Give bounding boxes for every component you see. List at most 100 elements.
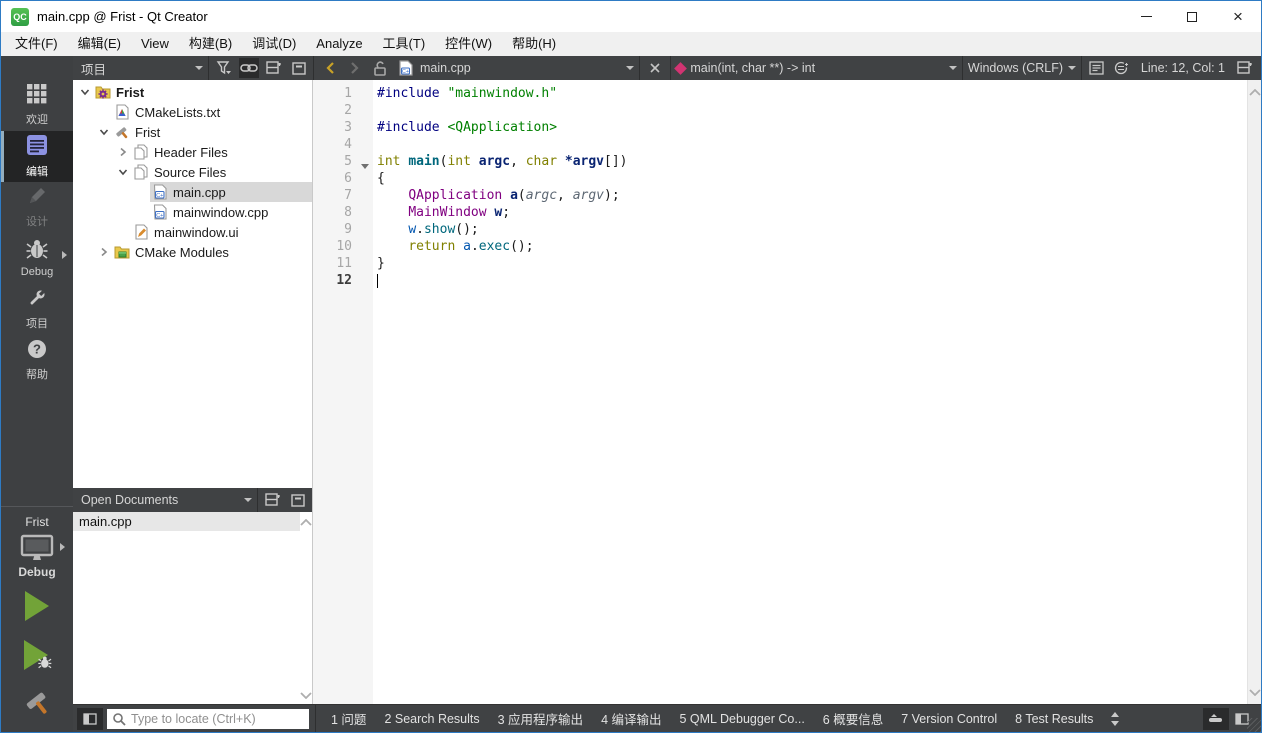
editor-scrollbar[interactable] [1247, 80, 1261, 704]
tree-item-cmake-modules[interactable]: CMake Modules [73, 242, 312, 262]
forward-button[interactable] [345, 58, 365, 78]
tree-item-label: CMakeLists.txt [135, 104, 221, 120]
kit-target[interactable] [19, 533, 65, 563]
expander-right-icon[interactable] [96, 247, 112, 257]
open-documents-header: Open Documents [73, 488, 312, 512]
menu-item-0[interactable]: 文件(F) [5, 32, 68, 56]
document-properties-icon[interactable] [1087, 58, 1107, 78]
menu-item-6[interactable]: 工具(T) [373, 32, 436, 56]
locator-input[interactable] [107, 708, 309, 729]
scroll-up-icon[interactable] [300, 514, 312, 529]
code-line[interactable]: return a.exec(); [377, 238, 1247, 255]
maximize-button[interactable] [1169, 1, 1215, 32]
mode-help[interactable]: ? 帮助 [1, 335, 73, 386]
tree-item-cmakelists-txt[interactable]: CMakeLists.txt [73, 102, 312, 122]
menu-item-8[interactable]: 帮助(H) [502, 32, 566, 56]
code-editor[interactable]: 1 2 3 4 5 6 7 8 9 10 11 12 #include "mainwindow.h" #… [313, 80, 1261, 704]
mode-welcome[interactable]: 欢迎 [1, 80, 73, 131]
output-pane-button-1[interactable]: 1 问题 [331, 709, 366, 728]
build-progress-toggle-button[interactable] [1203, 707, 1229, 730]
tree-item-source-files[interactable]: Source Files [73, 162, 312, 182]
code-line[interactable] [377, 272, 1247, 289]
pages-icon [133, 164, 149, 180]
tree-item-frist[interactable]: Frist [73, 122, 312, 142]
expander-down-icon[interactable] [96, 127, 112, 137]
mode-projects[interactable]: 项目 [1, 284, 73, 335]
close-panel-icon[interactable] [288, 490, 308, 510]
svg-text:C+: C+ [156, 213, 163, 219]
mode-edit[interactable]: 编辑 [1, 131, 73, 182]
menu-item-3[interactable]: 构建(B) [179, 32, 242, 56]
symbol-combo[interactable]: main(int, char **) -> int [690, 61, 957, 75]
split-panel-icon[interactable] [264, 58, 284, 78]
fold-column[interactable] [359, 85, 373, 704]
filter-icon[interactable] [214, 58, 234, 78]
tree-item-label: Frist [116, 84, 145, 100]
panel-select-caret-icon[interactable] [195, 66, 203, 70]
toggle-left-sidebar-button[interactable] [77, 707, 103, 730]
tree-item-label: Frist [135, 124, 161, 140]
code-line[interactable]: } [377, 255, 1247, 272]
tree-item-main-cpp[interactable]: C+ main.cpp [73, 182, 312, 202]
open-file-combo[interactable]: main.cpp [420, 61, 635, 75]
expander-down-icon[interactable] [115, 167, 131, 177]
output-pane-button-5[interactable]: 5 QML Debugger Co... [680, 712, 805, 726]
titlebar: QC main.cpp @ Frist - Qt Creator × [1, 1, 1261, 32]
line-ending-combo[interactable]: Windows (CRLF) [968, 61, 1076, 75]
close-document-button[interactable] [645, 58, 665, 78]
close-panel-icon[interactable] [289, 58, 309, 78]
output-pane-button-2[interactable]: 2 Search Results [384, 712, 479, 726]
menu-item-7[interactable]: 控件(W) [435, 32, 502, 56]
minimize-button[interactable] [1123, 1, 1169, 32]
tree-item-mainwindow-cpp[interactable]: C+ mainwindow.cpp [73, 202, 312, 222]
scroll-down-icon[interactable] [300, 687, 312, 702]
output-pane-button-8[interactable]: 8 Test Results [1015, 712, 1093, 726]
code-line[interactable]: #include <QApplication> [377, 119, 1247, 136]
scroll-up-icon[interactable] [1248, 83, 1261, 101]
output-panes-menu-icon[interactable] [1102, 708, 1128, 730]
tree-item-frist[interactable]: Frist [73, 82, 312, 102]
menu-item-1[interactable]: 编辑(E) [68, 32, 131, 56]
code-line[interactable]: { [377, 170, 1247, 187]
code-line[interactable] [377, 136, 1247, 153]
kit-selector[interactable]: Frist Debug [1, 506, 73, 589]
open-documents-scrollbar[interactable] [300, 512, 312, 704]
symbol-diamond-icon [674, 61, 688, 75]
expander-down-icon[interactable] [77, 87, 93, 97]
sync-with-editor-icon[interactable] [239, 58, 259, 78]
resize-grip[interactable] [1247, 718, 1261, 732]
code-line[interactable]: #include "mainwindow.h" [377, 85, 1247, 102]
fold-marker-icon[interactable] [361, 164, 369, 169]
run-button[interactable] [22, 589, 52, 628]
code-line[interactable]: MainWindow w; [377, 204, 1247, 221]
code-line[interactable] [377, 102, 1247, 119]
mode-list: 欢迎 编辑 设计 Debug 项目? 帮助 [1, 80, 73, 386]
code-line[interactable]: w.show(); [377, 221, 1247, 238]
split-panel-icon[interactable] [263, 490, 283, 510]
build-button[interactable] [21, 687, 53, 722]
expander-right-icon[interactable] [115, 147, 131, 157]
tree-item-mainwindow-ui[interactable]: mainwindow.ui [73, 222, 312, 242]
close-button[interactable]: × [1215, 1, 1261, 32]
pencil-icon [27, 186, 47, 211]
tree-item-header-files[interactable]: Header Files [73, 142, 312, 162]
output-pane-button-4[interactable]: 4 编译输出 [601, 709, 661, 728]
menu-item-2[interactable]: View [131, 32, 179, 56]
mode-debug[interactable]: Debug [1, 233, 73, 284]
output-pane-button-6[interactable]: 6 概要信息 [823, 709, 883, 728]
output-pane-button-3[interactable]: 3 应用程序输出 [498, 709, 583, 728]
code-line[interactable]: int main(int argc, char *argv[]) [377, 153, 1247, 170]
code-area[interactable]: #include "mainwindow.h" #include <QApplic… [373, 80, 1247, 704]
menu-item-5[interactable]: Analyze [306, 32, 372, 56]
open-document-item[interactable]: main.cpp [73, 512, 300, 531]
debug-run-button[interactable] [21, 638, 53, 677]
scroll-down-icon[interactable] [1248, 683, 1261, 701]
mode-menu-arrow-icon[interactable] [62, 251, 67, 259]
panel-select-caret-icon[interactable] [244, 498, 252, 502]
encoding-icon[interactable] [1112, 58, 1132, 78]
code-line[interactable]: QApplication a(argc, argv); [377, 187, 1247, 204]
menu-item-4[interactable]: 调试(D) [242, 32, 306, 56]
back-button[interactable] [320, 58, 340, 78]
output-pane-button-7[interactable]: 7 Version Control [901, 712, 997, 726]
split-editor-button[interactable] [1235, 58, 1255, 78]
